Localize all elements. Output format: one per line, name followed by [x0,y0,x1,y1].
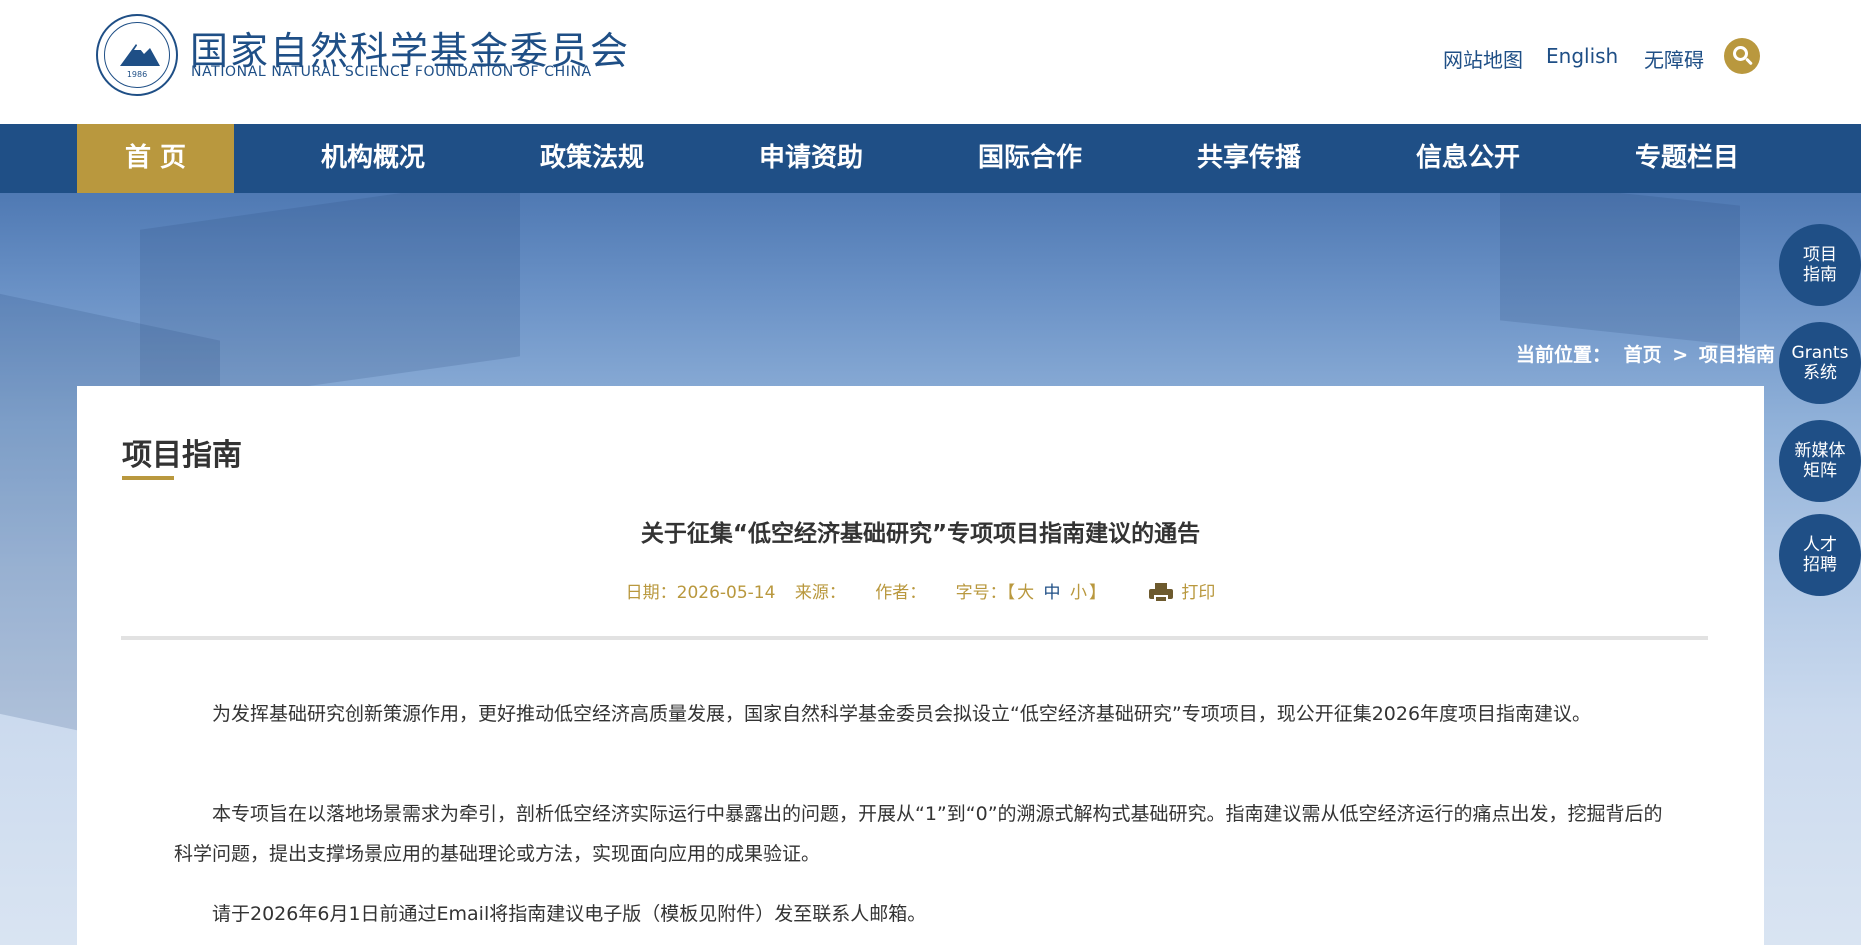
nav-item-funding[interactable]: 申请资助 [731,124,891,193]
font-size-small[interactable]: 小 [1070,583,1087,603]
font-size-large[interactable]: 大 [1017,583,1034,603]
nav-item-topics[interactable]: 专题栏目 [1607,124,1767,193]
float-button-grants-system[interactable]: Grants 系统 [1779,322,1861,404]
accessibility-link[interactable]: 无障碍 [1644,44,1704,73]
logo-emblem-icon[interactable]: 1986 [96,14,178,96]
meta-date: 日期：2026-05-14 [625,583,776,603]
meta-source: 来源： [794,583,846,603]
logo-mountain-icon [120,44,160,66]
nav-item-about[interactable]: 机构概况 [293,124,453,193]
print-link[interactable]: 打印 [1181,583,1215,603]
float-button-recruitment[interactable]: 人才 招聘 [1779,514,1861,596]
nav-item-disclosure[interactable]: 信息公开 [1388,124,1548,193]
meta-author: 作者： [875,583,927,603]
breadcrumb-label: 当前位置： [1516,344,1612,366]
org-name-en[interactable]: NATIONAL NATURAL SCIENCE FOUNDATION OF C… [191,64,592,80]
search-button[interactable] [1724,38,1760,74]
logo-year: 1986 [126,70,148,79]
nav-item-sharing[interactable]: 共享传播 [1169,124,1329,193]
english-link[interactable]: English [1546,44,1618,68]
print-icon[interactable] [1149,583,1174,603]
breadcrumb-current[interactable]: 项目指南 [1699,344,1775,366]
nav-item-policy[interactable]: 政策法规 [512,124,672,193]
article-meta: 日期：2026-05-14 来源： 作者： 字号：【大 中 小】 打印 [77,578,1764,603]
breadcrumb-separator: > [1672,344,1689,366]
font-size-medium[interactable]: 中 [1044,583,1061,603]
nav-item-international[interactable]: 国际合作 [950,124,1110,193]
nav-item-home[interactable]: 首 页 [77,124,234,193]
article-paragraph-1: 为发挥基础研究创新策源作用，更好推动低空经济高质量发展，国家自然科学基金委员会拟… [212,703,1592,725]
site-header: 1986 国家自然科学基金委员会 NATIONAL NATURAL SCIENC… [0,0,1861,124]
sitemap-link[interactable]: 网站地图 [1443,44,1523,73]
section-title: 项目指南 [122,438,242,473]
breadcrumb: 当前位置： 首页 > 项目指南 [1516,340,1775,367]
section-underline [122,476,174,480]
article-paragraph-2: 本专项旨在以落地场景需求为牵引，剖析低空经济实际运行中暴露出的问题，开展从“1”… [174,803,1663,865]
meta-font-size: 字号：【大 中 小】 [955,583,1106,603]
float-button-new-media[interactable]: 新媒体 矩阵 [1779,420,1861,502]
float-button-project-guide[interactable]: 项目 指南 [1779,224,1861,306]
main-nav: 首 页 机构概况 政策法规 申请资助 国际合作 共享传播 信息公开 专题栏目 [0,124,1861,193]
breadcrumb-home-link[interactable]: 首页 [1624,344,1662,366]
title-divider [121,636,1708,640]
article-paragraph-3: 请于2026年6月1日前通过Email将指南建议电子版（模板见附件）发至联系人邮… [212,903,927,925]
content-card: 项目指南 关于征集“低空经济基础研究”专项项目指南建议的通告 日期：2026-0… [77,386,1764,945]
article-title: 关于征集“低空经济基础研究”专项项目指南建议的通告 [640,521,1201,547]
